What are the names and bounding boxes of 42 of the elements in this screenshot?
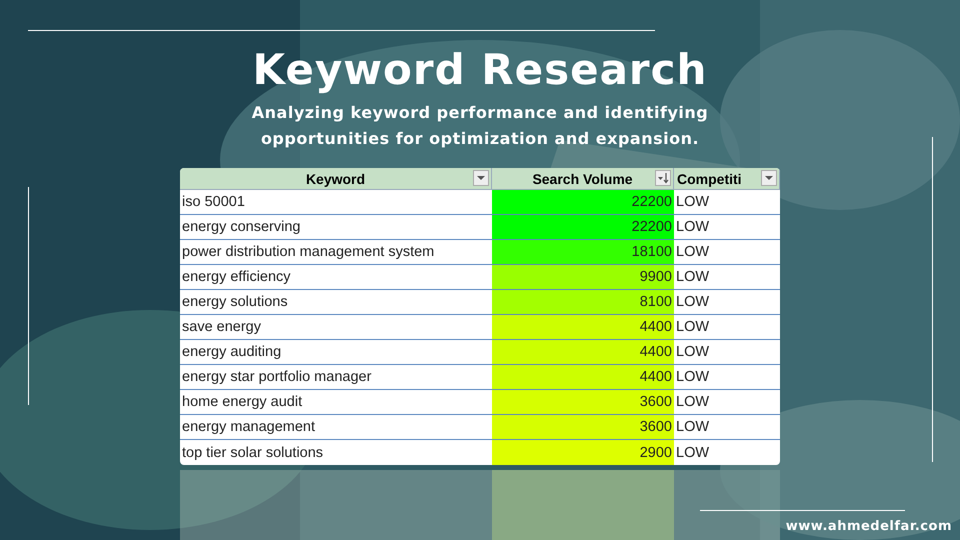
table-cell: 3600: [492, 390, 674, 414]
table-cell-text: LOW: [675, 418, 710, 437]
column-header: Competiti: [674, 168, 780, 189]
table-cell-text: top tier solar solutions: [181, 444, 324, 462]
slide-subtitle: Analyzing keyword performance and identifying opportunities for optimization and expansion.: [250, 102, 710, 150]
table-cell: 4400: [492, 365, 674, 389]
table-cell-text: LOW: [675, 393, 710, 412]
table-cell-text: LOW: [675, 243, 710, 262]
table-cell-text: LOW: [675, 343, 710, 362]
table-cell-text: LOW: [675, 293, 710, 312]
table-cell-text: energy management: [181, 418, 316, 437]
table-cell-text: energy solutions: [181, 293, 289, 312]
column-header: Search Volume: [492, 168, 674, 189]
table-cell-text: LOW: [675, 193, 710, 212]
table-cell-text: save energy: [181, 318, 262, 337]
slide-title: Keyword Research: [252, 44, 708, 96]
table-cell-text: LOW: [675, 444, 710, 462]
table-cell-text: LOW: [675, 218, 710, 237]
table-cell-text: power distribution management system: [181, 243, 436, 262]
filter-dropdown-button[interactable]: [473, 170, 489, 186]
table-cell: 4400: [492, 340, 674, 364]
table-cell: 9900: [492, 265, 674, 289]
table-cell-text: energy conserving: [181, 218, 302, 237]
table-cell-text: LOW: [675, 268, 710, 287]
table-cell: 4400: [492, 315, 674, 339]
table-cell-text: iso 50001: [181, 193, 246, 212]
table-cell-text: LOW: [675, 318, 710, 337]
table-cell-text: home energy audit: [181, 393, 304, 412]
table-cell: 18100: [492, 240, 674, 264]
table-cell-text: LOW: [675, 368, 710, 387]
column-header: Keyword: [180, 168, 492, 189]
table-cell: 22200: [492, 215, 674, 239]
table-cell-text: energy star portfolio manager: [181, 368, 372, 387]
table-cell: 2900: [492, 440, 674, 465]
table-cell: 22200: [492, 190, 674, 214]
table-cell: 3600: [492, 415, 674, 439]
table-cell: 8100: [492, 290, 674, 314]
table-cell-text: energy efficiency: [181, 268, 292, 287]
table-cell-text: energy auditing: [181, 343, 282, 362]
website-url: www.ahmedelfar.com: [786, 519, 952, 534]
sort-filter-button[interactable]: [655, 170, 671, 186]
filter-dropdown-button[interactable]: [761, 170, 777, 186]
